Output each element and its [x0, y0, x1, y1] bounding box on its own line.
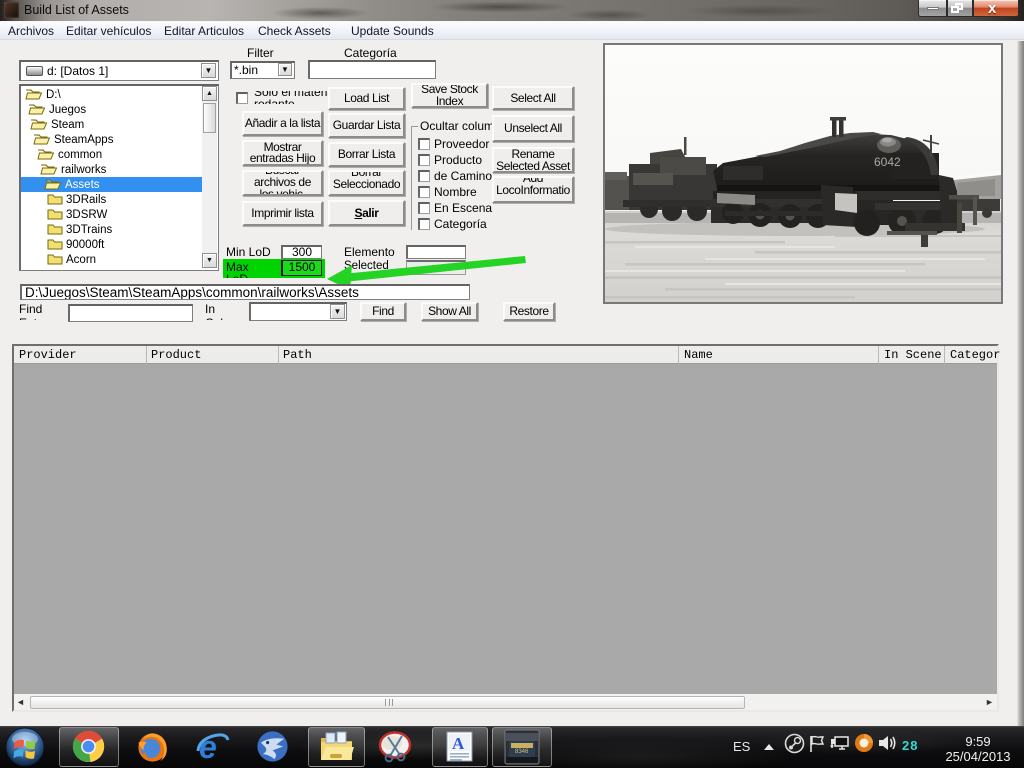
svg-text:A: A: [452, 734, 465, 753]
svg-text:6042: 6042: [874, 155, 901, 169]
svg-text:8346: 8346: [515, 749, 529, 755]
